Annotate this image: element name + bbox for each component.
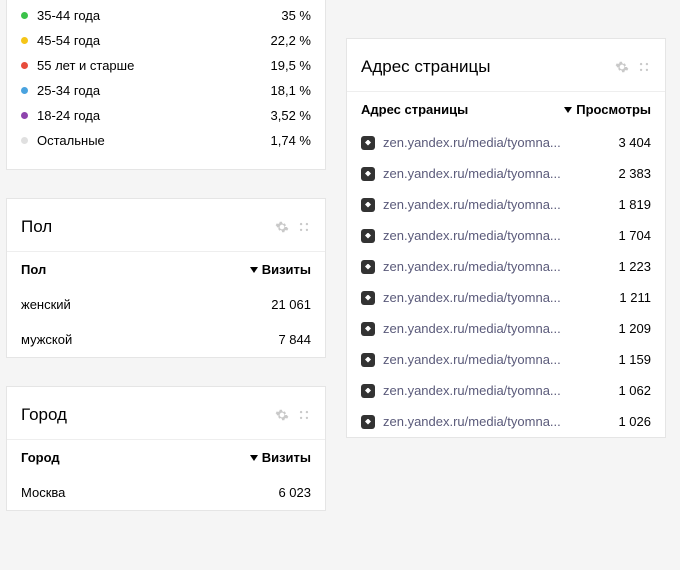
page-views: 1 026 xyxy=(618,414,651,429)
drag-icon[interactable] xyxy=(297,220,311,234)
page-url[interactable]: zen.yandex.ru/media/tyomna... xyxy=(383,414,561,429)
age-label: 35-44 года xyxy=(37,8,100,23)
row-label: женский xyxy=(21,297,71,312)
age-value: 18,1 % xyxy=(271,83,311,98)
page-views: 3 404 xyxy=(618,135,651,150)
table-row[interactable]: zen.yandex.ru/media/tyomna... 1 704 xyxy=(347,220,665,251)
age-label: 25-34 года xyxy=(37,83,100,98)
page-views: 1 819 xyxy=(618,197,651,212)
age-value: 35 % xyxy=(281,8,311,23)
age-value: 3,52 % xyxy=(271,108,311,123)
gear-icon[interactable] xyxy=(615,60,629,74)
age-row[interactable]: 45-54 года 22,2 % xyxy=(21,28,311,53)
gear-icon[interactable] xyxy=(275,408,289,422)
sort-desc-icon xyxy=(564,107,572,113)
legend-dot-icon xyxy=(21,12,28,19)
pages-sort[interactable]: Просмотры xyxy=(564,102,651,117)
gender-title: Пол xyxy=(21,217,52,237)
city-col-label: Город xyxy=(21,450,60,465)
sort-desc-icon xyxy=(250,267,258,273)
pages-col-label: Адрес страницы xyxy=(361,102,468,117)
page-views: 1 062 xyxy=(618,383,651,398)
row-value: 6 023 xyxy=(278,485,311,500)
table-row[interactable]: Москва 6 023 xyxy=(7,475,325,510)
row-label: Москва xyxy=(21,485,65,500)
age-row[interactable]: 18-24 года 3,52 % xyxy=(21,103,311,128)
age-row[interactable]: 35-44 года 35 % xyxy=(21,3,311,28)
legend-dot-icon xyxy=(21,87,28,94)
favicon-icon xyxy=(361,136,375,150)
city-widget: Город Город Визиты Москва 6 023 xyxy=(6,386,326,511)
legend-dot-icon xyxy=(21,137,28,144)
gender-sort[interactable]: Визиты xyxy=(250,262,311,277)
table-row[interactable]: zen.yandex.ru/media/tyomna... 1 159 xyxy=(347,344,665,375)
table-row[interactable]: zen.yandex.ru/media/tyomna... 3 404 xyxy=(347,127,665,158)
table-row[interactable]: мужской 7 844 xyxy=(7,322,325,357)
page-url[interactable]: zen.yandex.ru/media/tyomna... xyxy=(383,228,561,243)
legend-dot-icon xyxy=(21,62,28,69)
table-row[interactable]: женский 21 061 xyxy=(7,287,325,322)
sort-desc-icon xyxy=(250,455,258,461)
favicon-icon xyxy=(361,229,375,243)
gear-icon[interactable] xyxy=(275,220,289,234)
favicon-icon xyxy=(361,167,375,181)
page-url[interactable]: zen.yandex.ru/media/tyomna... xyxy=(383,352,561,367)
age-widget: 35-44 года 35 % 45-54 года 22,2 % 55 лет и с… xyxy=(6,0,326,170)
row-value: 7 844 xyxy=(278,332,311,347)
favicon-icon xyxy=(361,353,375,367)
table-row[interactable]: zen.yandex.ru/media/tyomna... 1 062 xyxy=(347,375,665,406)
page-views: 1 209 xyxy=(618,321,651,336)
page-views: 2 383 xyxy=(618,166,651,181)
age-value: 19,5 % xyxy=(271,58,311,73)
row-value: 21 061 xyxy=(271,297,311,312)
pages-widget: Адрес страницы Адрес страницы Просмотры … xyxy=(346,38,666,438)
table-row[interactable]: zen.yandex.ru/media/tyomna... 1 211 xyxy=(347,282,665,313)
age-label: Остальные xyxy=(37,133,105,148)
favicon-icon xyxy=(361,291,375,305)
table-row[interactable]: zen.yandex.ru/media/tyomna... 1 819 xyxy=(347,189,665,220)
drag-icon[interactable] xyxy=(297,408,311,422)
page-url[interactable]: zen.yandex.ru/media/tyomna... xyxy=(383,383,561,398)
page-url[interactable]: zen.yandex.ru/media/tyomna... xyxy=(383,197,561,212)
gender-col-label: Пол xyxy=(21,262,46,277)
page-views: 1 704 xyxy=(618,228,651,243)
age-row[interactable]: 25-34 года 18,1 % xyxy=(21,78,311,103)
age-value: 22,2 % xyxy=(271,33,311,48)
city-title: Город xyxy=(21,405,67,425)
legend-dot-icon xyxy=(21,112,28,119)
row-label: мужской xyxy=(21,332,72,347)
page-url[interactable]: zen.yandex.ru/media/tyomna... xyxy=(383,321,561,336)
page-url[interactable]: zen.yandex.ru/media/tyomna... xyxy=(383,259,561,274)
table-row[interactable]: zen.yandex.ru/media/tyomna... 1 209 xyxy=(347,313,665,344)
table-row[interactable]: zen.yandex.ru/media/tyomna... 1 223 xyxy=(347,251,665,282)
page-views: 1 223 xyxy=(618,259,651,274)
drag-icon[interactable] xyxy=(637,60,651,74)
table-row[interactable]: zen.yandex.ru/media/tyomna... 1 026 xyxy=(347,406,665,437)
favicon-icon xyxy=(361,415,375,429)
age-label: 45-54 года xyxy=(37,33,100,48)
age-label: 55 лет и старше xyxy=(37,58,134,73)
age-row[interactable]: Остальные 1,74 % xyxy=(21,128,311,153)
page-views: 1 211 xyxy=(619,290,651,305)
city-sort[interactable]: Визиты xyxy=(250,450,311,465)
page-views: 1 159 xyxy=(618,352,651,367)
page-url[interactable]: zen.yandex.ru/media/tyomna... xyxy=(383,166,561,181)
page-url[interactable]: zen.yandex.ru/media/tyomna... xyxy=(383,135,561,150)
favicon-icon xyxy=(361,198,375,212)
table-row[interactable]: zen.yandex.ru/media/tyomna... 2 383 xyxy=(347,158,665,189)
favicon-icon xyxy=(361,322,375,336)
legend-dot-icon xyxy=(21,37,28,44)
age-value: 1,74 % xyxy=(271,133,311,148)
favicon-icon xyxy=(361,384,375,398)
age-label: 18-24 года xyxy=(37,108,100,123)
gender-widget: Пол Пол Визиты женский 21 061 мужской 7 844 xyxy=(6,198,326,358)
age-row[interactable]: 55 лет и старше 19,5 % xyxy=(21,53,311,78)
favicon-icon xyxy=(361,260,375,274)
page-url[interactable]: zen.yandex.ru/media/tyomna... xyxy=(383,290,561,305)
pages-title: Адрес страницы xyxy=(361,57,490,77)
